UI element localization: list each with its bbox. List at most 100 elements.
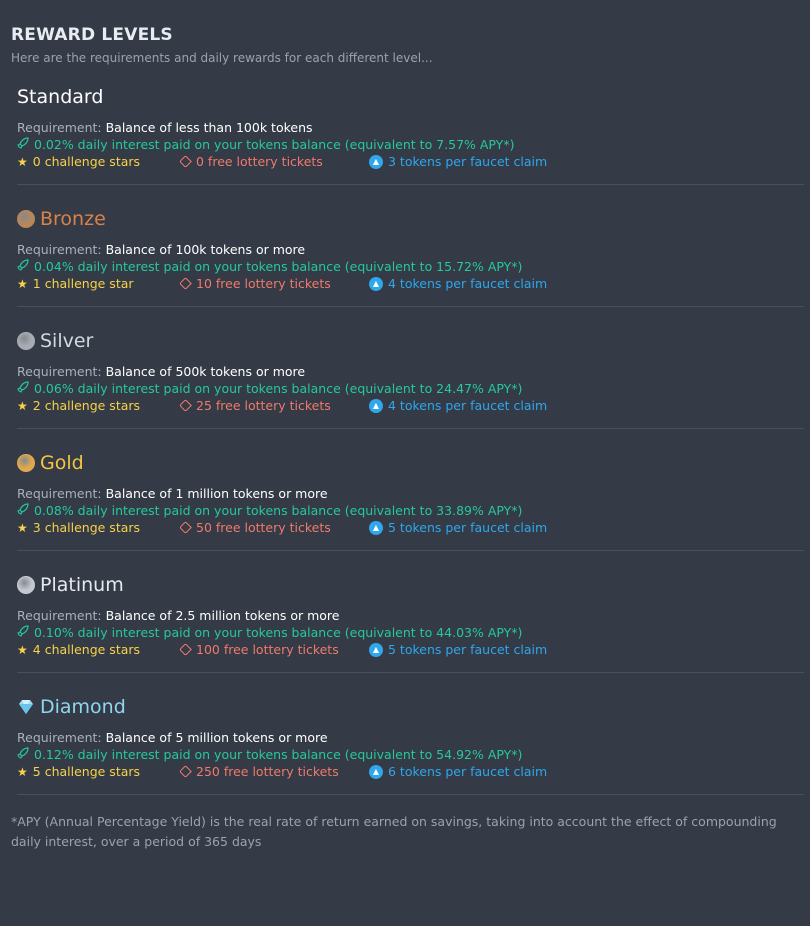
challenge-stars: ★ 3 challenge stars (17, 519, 179, 536)
star-icon: ★ (17, 276, 28, 291)
level-divider (17, 184, 804, 185)
rocket-icon (17, 747, 29, 759)
rewards-row: ★ 4 challenge stars 100 free lottery tic… (17, 641, 799, 658)
level-platinum: Platinum Requirement: Balance of 2.5 mil… (11, 571, 804, 673)
level-silver: Silver Requirement: Balance of 500k toke… (11, 327, 804, 429)
interest-row: 0.02% daily interest paid on your tokens… (17, 136, 799, 153)
rewards-row: ★ 2 challenge stars 25 free lottery tick… (17, 397, 799, 414)
star-icon: ★ (17, 154, 28, 169)
requirement-label: Requirement: (17, 364, 102, 379)
challenge-stars: ★ 4 challenge stars (17, 641, 179, 658)
level-name: Bronze (40, 208, 106, 230)
level-gold: Gold Requirement: Balance of 1 million t… (11, 449, 804, 551)
lottery-tickets-text: 100 free lottery tickets (196, 642, 339, 657)
faucet-claim-text: 4 tokens per faucet claim (388, 276, 548, 291)
lottery-tickets: 250 free lottery tickets (179, 763, 369, 780)
faucet-icon: ▲ (369, 642, 383, 657)
challenge-stars-text: 2 challenge stars (32, 398, 141, 413)
challenge-stars: ★ 0 challenge stars (17, 153, 179, 170)
level-divider (17, 550, 804, 551)
requirement-label: Requirement: (17, 730, 102, 745)
level-name: Standard (17, 86, 104, 108)
interest-row: 0.10% daily interest paid on your tokens… (17, 624, 799, 641)
challenge-stars: ★ 2 challenge stars (17, 397, 179, 414)
requirement-label: Requirement: (17, 608, 102, 623)
requirement-row: Requirement: Balance of 5 million tokens… (17, 729, 799, 746)
faucet-claim-text: 5 tokens per faucet claim (388, 642, 548, 657)
interest-text: 0.12% daily interest paid on your tokens… (34, 747, 523, 762)
rocket-icon (17, 625, 29, 637)
challenge-stars: ★ 1 challenge star (17, 275, 179, 292)
requirement-row: Requirement: Balance of 2.5 million toke… (17, 607, 799, 624)
requirement-value: Balance of 1 million tokens or more (105, 486, 328, 501)
apy-footnote: *APY (Annual Percentage Yield) is the re… (11, 814, 777, 849)
level-name: Silver (40, 330, 94, 352)
requirement-value: Balance of 2.5 million tokens or more (105, 608, 340, 623)
faucet-claim: ▲ 4 tokens per faucet claim (369, 275, 547, 292)
interest-text: 0.02% daily interest paid on your tokens… (34, 137, 515, 152)
faucet-icon: ▲ (369, 764, 383, 779)
level-header: Platinum (17, 571, 799, 599)
requirement-row: Requirement: Balance of 100k tokens or m… (17, 241, 799, 258)
challenge-stars-text: 5 challenge stars (32, 764, 141, 779)
requirement-label: Requirement: (17, 242, 102, 257)
level-header: Bronze (17, 205, 799, 233)
tag-icon (179, 643, 192, 656)
faucet-claim-text: 6 tokens per faucet claim (388, 764, 548, 779)
reward-levels-panel: REWARD LEVELS Here are the requirements … (0, 0, 804, 852)
requirement-label: Requirement: (17, 120, 102, 135)
level-divider (17, 794, 804, 795)
rewards-row: ★ 0 challenge stars 0 free lottery ticke… (17, 153, 799, 170)
requirement-value: Balance of less than 100k tokens (105, 120, 313, 135)
interest-row: 0.08% daily interest paid on your tokens… (17, 502, 799, 519)
tag-icon (179, 521, 192, 534)
lottery-tickets: 25 free lottery tickets (179, 397, 369, 414)
rocket-icon (17, 503, 29, 515)
faucet-claim: ▲ 5 tokens per faucet claim (369, 519, 547, 536)
rocket-icon (17, 259, 29, 271)
silver-medal-icon (17, 332, 35, 350)
platinum-medal-icon (17, 576, 35, 594)
level-divider (17, 306, 804, 307)
lottery-tickets: 0 free lottery tickets (179, 153, 369, 170)
levels-list: Standard Requirement: Balance of less th… (11, 83, 804, 795)
lottery-tickets-text: 10 free lottery tickets (196, 276, 331, 291)
level-name: Gold (40, 452, 84, 474)
lottery-tickets-text: 250 free lottery tickets (196, 764, 339, 779)
faucet-icon: ▲ (369, 154, 383, 169)
level-header: Silver (17, 327, 799, 355)
diamond-icon (19, 700, 33, 714)
faucet-claim: ▲ 6 tokens per faucet claim (369, 763, 547, 780)
level-header: Diamond (17, 693, 799, 721)
requirement-label: Requirement: (17, 486, 102, 501)
tag-icon (179, 155, 192, 168)
rewards-row: ★ 5 challenge stars 250 free lottery tic… (17, 763, 799, 780)
bronze-medal-icon (17, 210, 35, 228)
star-icon: ★ (17, 764, 28, 779)
requirement-value: Balance of 500k tokens or more (105, 364, 306, 379)
rewards-row: ★ 3 challenge stars 50 free lottery tick… (17, 519, 799, 536)
level-name: Diamond (40, 696, 126, 718)
level-divider (17, 672, 804, 673)
lottery-tickets: 10 free lottery tickets (179, 275, 369, 292)
requirement-row: Requirement: Balance of 500k tokens or m… (17, 363, 799, 380)
interest-row: 0.04% daily interest paid on your tokens… (17, 258, 799, 275)
lottery-tickets-text: 25 free lottery tickets (196, 398, 331, 413)
requirement-row: Requirement: Balance of less than 100k t… (17, 119, 799, 136)
star-icon: ★ (17, 642, 28, 657)
tag-icon (179, 277, 192, 290)
tag-icon (179, 399, 192, 412)
level-bronze: Bronze Requirement: Balance of 100k toke… (11, 205, 804, 307)
page-subtitle: Here are the requirements and daily rewa… (11, 51, 433, 65)
tag-icon (179, 765, 192, 778)
level-name: Platinum (40, 574, 124, 596)
challenge-stars-text: 0 challenge stars (32, 154, 141, 169)
level-header: Standard (17, 83, 799, 111)
requirement-row: Requirement: Balance of 1 million tokens… (17, 485, 799, 502)
rewards-row: ★ 1 challenge star 10 free lottery ticke… (17, 275, 799, 292)
faucet-icon: ▲ (369, 398, 383, 413)
interest-text: 0.06% daily interest paid on your tokens… (34, 381, 523, 396)
lottery-tickets: 100 free lottery tickets (179, 641, 369, 658)
interest-row: 0.06% daily interest paid on your tokens… (17, 380, 799, 397)
interest-row: 0.12% daily interest paid on your tokens… (17, 746, 799, 763)
